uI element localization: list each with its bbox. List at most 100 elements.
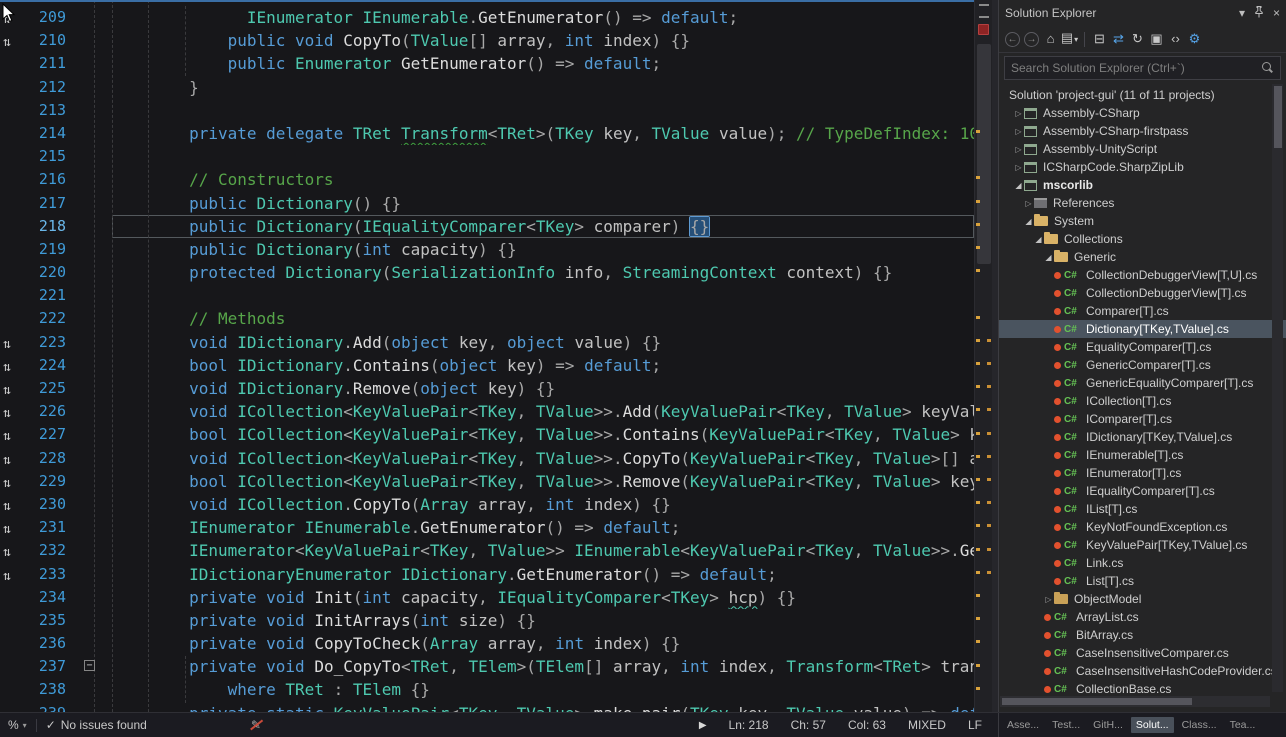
code-line[interactable]: 213 (0, 99, 974, 122)
code-line[interactable]: ⇅226void ICollection<KeyValuePair<TKey, … (0, 400, 974, 423)
tree-item[interactable]: C#IEnumerable[T].cs (999, 446, 1286, 464)
fold-margin[interactable] (72, 261, 112, 284)
back-icon[interactable]: ← (1005, 32, 1020, 47)
code-text[interactable]: private void CopyToCheck(Array array, in… (112, 632, 974, 655)
code-line[interactable]: ⇅209IEnumerator IEnumerable.GetEnumerato… (0, 6, 974, 29)
code-text[interactable]: IDictionaryEnumerator IDictionary.GetEnu… (112, 563, 974, 586)
fold-margin[interactable] (72, 609, 112, 632)
collapse-all-icon[interactable]: ⊟ (1090, 30, 1109, 48)
tree-horizontal-scrollbar[interactable] (1000, 696, 1270, 707)
code-text[interactable]: IEnumerator IEnumerable.GetEnumerator() … (112, 516, 974, 539)
code-line[interactable]: 234private void Init(int capacity, IEqua… (0, 586, 974, 609)
code-line[interactable]: ⇅223void IDictionary.Add(object key, obj… (0, 331, 974, 354)
scrollbar-thumb[interactable] (977, 44, 991, 264)
code-text[interactable]: // Constructors (112, 168, 974, 191)
code-line[interactable]: ⇅231IEnumerator IEnumerable.GetEnumerato… (0, 516, 974, 539)
override-indicator-icon[interactable]: ⇅ (3, 522, 11, 537)
tree-item[interactable]: ◢Generic (999, 248, 1286, 266)
code-text[interactable]: private delegate TRet Transform<TRet>(TK… (112, 122, 974, 145)
fold-margin[interactable] (72, 400, 112, 423)
tree-item[interactable]: C#KeyNotFoundException.cs (999, 518, 1286, 536)
glyph-margin[interactable]: ⇅ (0, 354, 26, 377)
code-line[interactable]: ⇅225void IDictionary.Remove(object key) … (0, 377, 974, 400)
code-text[interactable]: private void Init(int capacity, IEqualit… (112, 586, 974, 609)
tree-item[interactable]: ▷Assembly-CSharp-firstpass (999, 122, 1286, 140)
code-text[interactable]: // Methods (112, 307, 974, 330)
tree-collapse-arrow-icon[interactable]: ◢ (1013, 181, 1024, 190)
glyph-margin[interactable]: ⇅ (0, 447, 26, 470)
encoding-indicator[interactable]: MIXED (908, 718, 946, 732)
code-text[interactable]: public Dictionary(IEqualityComparer<TKey… (112, 215, 974, 238)
glyph-margin[interactable] (0, 122, 26, 145)
code-text[interactable] (112, 99, 974, 122)
tree-item[interactable]: C#GenericComparer[T].cs (999, 356, 1286, 374)
code-text[interactable]: public void CopyTo(TValue[] array, int i… (112, 29, 974, 52)
code-line[interactable]: 237−private void Do_CopyTo<TRet, TElem>(… (0, 655, 974, 678)
home-icon[interactable]: ⌂ (1041, 30, 1060, 48)
tree-item[interactable]: ◢mscorlib (999, 176, 1286, 194)
forward-icon[interactable]: → (1024, 32, 1039, 47)
fold-margin[interactable] (72, 168, 112, 191)
tool-window-tab[interactable]: Asse... (1002, 717, 1044, 733)
code-line[interactable]: 239private static KeyValuePair<TKey, TVa… (0, 702, 974, 712)
tree-item[interactable]: C#CaseInsensitiveComparer.cs (999, 644, 1286, 662)
fold-margin[interactable] (72, 632, 112, 655)
glyph-margin[interactable]: ⇅ (0, 470, 26, 493)
tool-window-tab[interactable]: Class... (1177, 717, 1222, 733)
fold-margin[interactable] (72, 377, 112, 400)
tree-expand-arrow-icon[interactable]: ▷ (1013, 127, 1024, 136)
code-text[interactable]: private static KeyValuePair<TKey, TValue… (112, 702, 974, 712)
fold-margin[interactable] (72, 76, 112, 99)
fold-collapse-icon[interactable]: − (84, 660, 95, 671)
tree-collapse-arrow-icon[interactable]: ◢ (1043, 253, 1054, 262)
override-indicator-icon[interactable]: ⇅ (3, 499, 11, 514)
glyph-margin[interactable] (0, 261, 26, 284)
tree-item[interactable]: C#List[T].cs (999, 572, 1286, 590)
code-line[interactable]: 235private void InitArrays(int size) {} (0, 609, 974, 632)
fold-margin[interactable] (72, 539, 112, 562)
glyph-margin[interactable]: ⇅ (0, 331, 26, 354)
tree-item[interactable]: ◢System (999, 212, 1286, 230)
character-indicator[interactable]: Ch: 57 (791, 718, 826, 732)
tree-item[interactable]: C#KeyValuePair[TKey,TValue].cs (999, 536, 1286, 554)
code-text[interactable]: where TRet : TElem {} (112, 678, 974, 701)
override-indicator-icon[interactable]: ⇅ (3, 35, 11, 50)
override-indicator-icon[interactable]: ⇅ (3, 545, 11, 560)
code-text[interactable]: private void InitArrays(int size) {} (112, 609, 974, 632)
glyph-margin[interactable] (0, 52, 26, 75)
override-indicator-icon[interactable]: ⇅ (3, 360, 11, 375)
properties-icon[interactable]: ⚙ (1185, 30, 1204, 48)
tree-item[interactable]: C#CollectionDebuggerView[T,U].cs (999, 266, 1286, 284)
scrollbar-thumb[interactable] (1274, 86, 1282, 148)
code-line[interactable]: ⇅224bool IDictionary.Contains(object key… (0, 354, 974, 377)
tree-item[interactable]: C#EqualityComparer[T].cs (999, 338, 1286, 356)
glyph-margin[interactable]: ⇅ (0, 516, 26, 539)
code-text[interactable]: void IDictionary.Add(object key, object … (112, 331, 974, 354)
override-indicator-icon[interactable]: ⇅ (3, 453, 11, 468)
fold-margin[interactable] (72, 331, 112, 354)
tree-collapse-arrow-icon[interactable]: ◢ (1023, 217, 1034, 226)
tree-item[interactable]: ▷Assembly-CSharp (999, 104, 1286, 122)
fold-margin[interactable] (72, 122, 112, 145)
code-line[interactable]: ⇅232IEnumerator<KeyValuePair<TKey, TValu… (0, 539, 974, 562)
glyph-margin[interactable]: ⇅ (0, 563, 26, 586)
fold-margin[interactable] (72, 470, 112, 493)
glyph-margin[interactable]: ⇅ (0, 493, 26, 516)
tree-item[interactable]: C#CollectionBase.cs (999, 680, 1286, 696)
pin-icon[interactable] (1254, 6, 1264, 20)
fold-margin[interactable] (72, 192, 112, 215)
tree-item[interactable]: Solution 'project-gui' (11 of 11 project… (999, 86, 1286, 104)
override-indicator-icon[interactable]: ⇅ (3, 383, 11, 398)
glyph-margin[interactable]: ⇅ (0, 29, 26, 52)
window-position-icon[interactable]: ▾ (1239, 7, 1245, 19)
tool-window-tab[interactable]: GitH... (1088, 717, 1128, 733)
code-text[interactable]: bool ICollection<KeyValuePair<TKey, TVal… (112, 423, 974, 446)
code-editor[interactable]: ⇅209IEnumerator IEnumerable.GetEnumerato… (0, 0, 974, 712)
tree-item[interactable]: C#Link.cs (999, 554, 1286, 572)
tree-item[interactable]: C#IDictionary[TKey,TValue].cs (999, 428, 1286, 446)
glyph-margin[interactable]: ⇅ (0, 539, 26, 562)
code-text[interactable] (112, 284, 974, 307)
tree-expand-arrow-icon[interactable]: ▷ (1013, 109, 1024, 118)
code-text[interactable]: bool IDictionary.Contains(object key) =>… (112, 354, 974, 377)
glyph-margin[interactable] (0, 284, 26, 307)
